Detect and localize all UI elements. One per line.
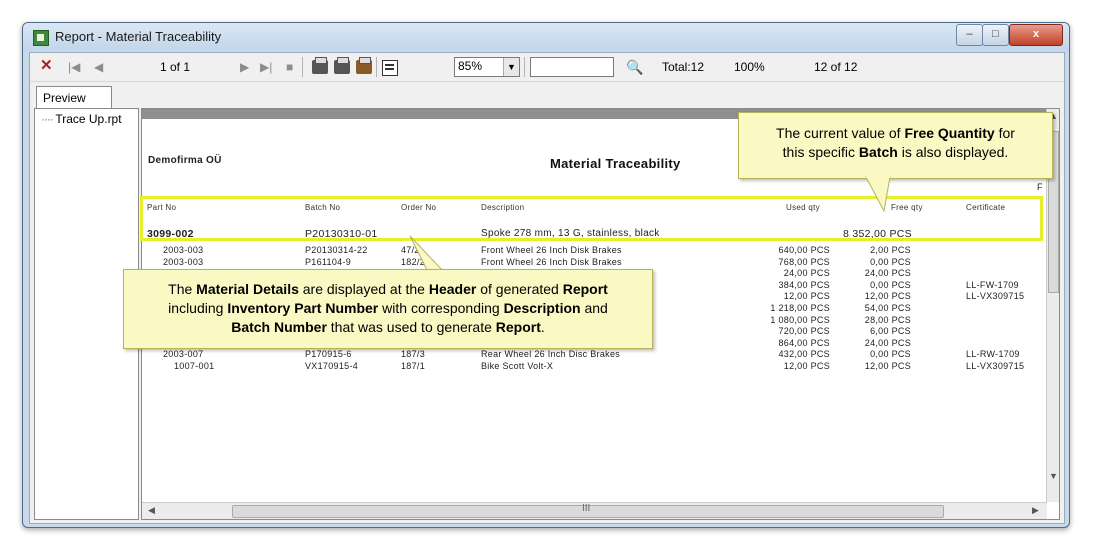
tab-preview[interactable]: Preview (36, 86, 112, 108)
row-cell-used: 1 080,00 PCS (770, 315, 830, 325)
page-edge-char: F (1037, 182, 1043, 192)
row-cell-desc: Rear Wheel 26 Inch Disc Brakes (481, 349, 621, 359)
total-records: Total:12 (662, 60, 705, 74)
first-page-icon[interactable]: |◀ (68, 59, 80, 75)
row-cell-cert: LL-FW-1709 (966, 280, 1019, 290)
page-indicator: 1 of 1 (160, 60, 191, 74)
row-cell-desc: Front Wheel 26 Inch Disk Brakes (481, 257, 622, 267)
scroll-grip: III (582, 503, 591, 514)
next-page-icon[interactable]: ▶ (240, 59, 249, 75)
row-cell-used: 720,00 PCS (778, 326, 830, 336)
zoom-value: 85% (458, 59, 483, 73)
row-cell-order: 187/3 (401, 349, 426, 359)
print-setup-icon[interactable] (334, 57, 350, 74)
row-cell-used: 24,00 PCS (783, 268, 830, 278)
scroll-down-icon[interactable]: ▼ (1049, 471, 1058, 481)
percent-read: 100% (734, 60, 765, 74)
row-cell-used: 384,00 PCS (778, 280, 830, 290)
row-cell-free: 24,00 PCS (864, 338, 911, 348)
prev-page-icon[interactable]: ◀ (94, 59, 103, 75)
row-cell-free: 12,00 PCS (864, 361, 911, 371)
row-cell-batch: P20130314-22 (305, 245, 368, 255)
close-report-icon[interactable]: ✕ (40, 58, 53, 74)
row-cell-free: 0,00 PCS (870, 349, 911, 359)
row-cell-order: 187/1 (401, 361, 426, 371)
row-cell-free: 6,00 PCS (870, 326, 911, 336)
last-page-icon[interactable]: ▶| (260, 59, 272, 75)
row-cell-part: 2003-003 (163, 257, 204, 267)
row-cell-cert: LL-RW-1709 (966, 349, 1020, 359)
row-cell-part: 2003-003 (163, 245, 204, 255)
row-cell-used: 12,00 PCS (783, 361, 830, 371)
record-count: 12 of 12 (814, 60, 858, 74)
header-highlight-box (140, 196, 1043, 241)
row-cell-used: 864,00 PCS (778, 338, 830, 348)
export-icon[interactable] (356, 57, 372, 74)
row-cell-cert: LL-VX309715 (966, 361, 1025, 371)
title-bar[interactable]: Report - Material Traceability – □ x (23, 23, 1069, 51)
row-cell-cert: LL-VX309715 (966, 291, 1025, 301)
callout-free-quantity: The current value of Free Quantity for t… (738, 112, 1053, 179)
stop-icon[interactable]: ■ (286, 59, 293, 75)
tab-row: Preview (30, 82, 1064, 108)
row-cell-used: 640,00 PCS (778, 245, 830, 255)
window-title: Report - Material Traceability (55, 29, 222, 44)
app-icon (33, 30, 49, 46)
print-icon[interactable] (312, 57, 328, 74)
horizontal-scrollbar[interactable]: ◀ III ▶ (142, 502, 1047, 519)
scroll-right-icon[interactable]: ▶ (1032, 505, 1039, 516)
row-cell-part: 2003-007 (163, 349, 204, 359)
maximize-button[interactable]: □ (982, 24, 1009, 46)
row-cell-batch: VX170915-4 (305, 361, 359, 371)
tree-item-trace-up[interactable]: Trace Up.rpt (41, 112, 121, 126)
row-cell-free: 2,00 PCS (870, 245, 911, 255)
company-name: Demofirma OÜ (148, 155, 222, 166)
report-title: Material Traceability (550, 156, 681, 171)
row-cell-used: 768,00 PCS (778, 257, 830, 267)
row-cell-desc: Front Wheel 26 Inch Disk Brakes (481, 245, 622, 255)
minimize-button[interactable]: – (956, 24, 983, 46)
row-cell-desc: Bike Scott Volt-X (481, 361, 554, 371)
scroll-left-icon[interactable]: ◀ (148, 505, 155, 516)
dropdown-arrow-icon[interactable]: ▼ (503, 58, 519, 76)
zoom-select[interactable]: 85% ▼ (454, 57, 520, 77)
row-cell-free: 12,00 PCS (864, 291, 911, 301)
toolbar: ✕ |◀ ◀ 1 of 1 ▶ ▶| ■ 85% ▼ 🔍 Total:12 10… (30, 53, 1064, 82)
callout-material-details: The Material Details are displayed at th… (123, 269, 653, 349)
binoculars-icon[interactable]: 🔍 (626, 59, 643, 76)
close-window-button[interactable]: x (1009, 24, 1063, 46)
row-cell-batch: P161104-9 (305, 257, 352, 267)
group-tree-icon[interactable] (382, 60, 398, 76)
callout-free-quantity-tail (865, 176, 891, 213)
row-cell-batch: P170915-6 (305, 349, 352, 359)
row-cell-used: 1 218,00 PCS (770, 303, 830, 313)
row-cell-used: 12,00 PCS (783, 291, 830, 301)
search-input[interactable] (530, 57, 614, 77)
row-cell-part: 1007-001 (174, 361, 215, 371)
callout-material-tail (409, 235, 446, 273)
row-cell-used: 432,00 PCS (778, 349, 830, 359)
row-cell-free: 28,00 PCS (864, 315, 911, 325)
row-cell-free: 0,00 PCS (870, 280, 911, 290)
row-cell-free: 54,00 PCS (864, 303, 911, 313)
row-cell-free: 0,00 PCS (870, 257, 911, 267)
row-cell-free: 24,00 PCS (864, 268, 911, 278)
